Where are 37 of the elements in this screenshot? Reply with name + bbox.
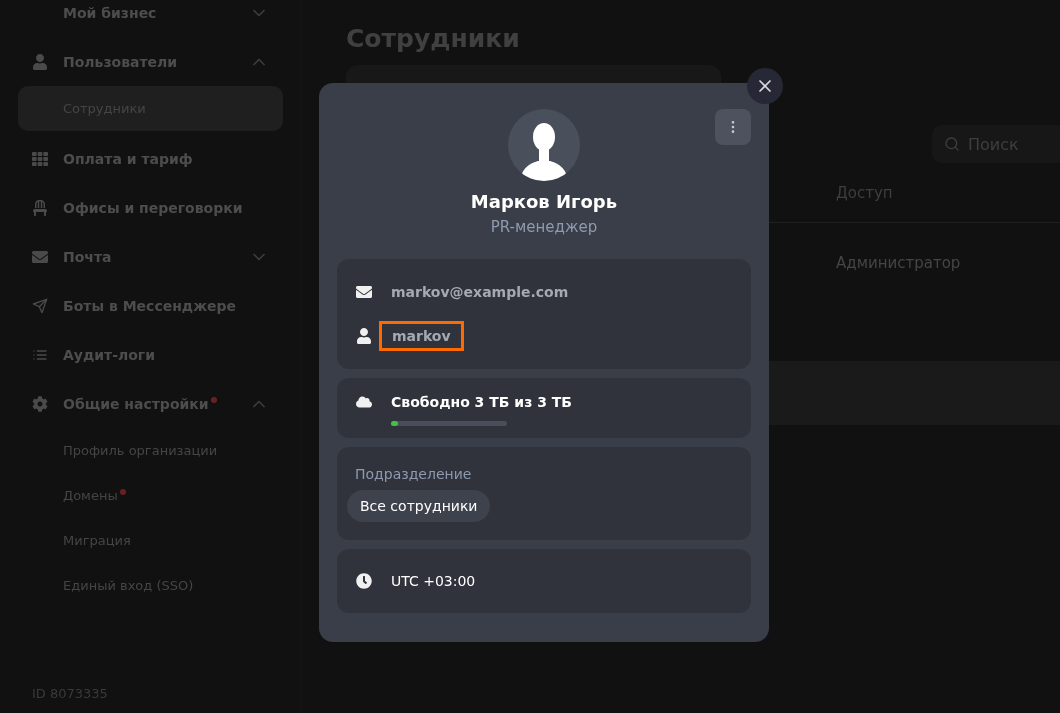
sidebar-item[interactable]: Аудит-логи xyxy=(18,330,283,379)
user-icon xyxy=(356,328,372,344)
employee-position: PR-менеджер xyxy=(490,218,598,236)
sidebar-item-label: Оплата и тариф xyxy=(63,150,193,167)
sidebar-item-label: Боты в Мессенджере xyxy=(63,297,237,314)
sidebar-item[interactable]: Пользователи xyxy=(18,37,283,86)
chair-icon xyxy=(32,199,48,216)
clock-icon xyxy=(356,573,372,589)
employee-name: Марков Игорь xyxy=(470,191,618,212)
email-text: markov@example.com xyxy=(391,284,569,300)
department-label: Подразделение xyxy=(355,465,473,482)
sidebar-item-label: Офисы и переговорки xyxy=(63,199,243,216)
sidebar-item-label: Аудит-логи xyxy=(63,346,155,363)
more-button[interactable] xyxy=(715,109,751,145)
timezone-text: UTC +03:00 xyxy=(391,573,476,589)
mail-icon xyxy=(32,248,48,265)
search-icon xyxy=(944,136,960,152)
settings-icon xyxy=(32,395,48,412)
sidebar-item[interactable]: Почта xyxy=(18,232,283,281)
sidebar-item[interactable]: Мой бизнес xyxy=(18,0,283,37)
sidebar-item-label: Общие настройки xyxy=(63,395,209,412)
cloud-icon xyxy=(356,393,372,410)
sidebar-item[interactable]: Офисы и переговорки xyxy=(18,183,283,232)
sidebar-item[interactable]: Боты в Мессенджере xyxy=(18,281,283,330)
department-tag[interactable]: Все сотрудники xyxy=(347,489,491,522)
storage-text: Свободно 3 ТБ из 3 ТБ xyxy=(391,393,572,410)
paper-plane-icon xyxy=(32,297,48,314)
sidebar-item-label: Почта xyxy=(63,248,112,265)
grid-icon xyxy=(32,150,48,167)
sidebar-item-label: Пользователи xyxy=(63,53,178,70)
sidebar-item[interactable]: Оплата и тариф xyxy=(18,134,283,183)
sidebar-item-label: Мой бизнес xyxy=(63,4,157,21)
sidebar-item[interactable]: Общие настройки xyxy=(18,379,283,428)
close-button[interactable] xyxy=(747,68,783,104)
login-text: markov xyxy=(379,321,464,351)
mail-icon xyxy=(356,284,372,300)
user-icon xyxy=(32,53,48,70)
